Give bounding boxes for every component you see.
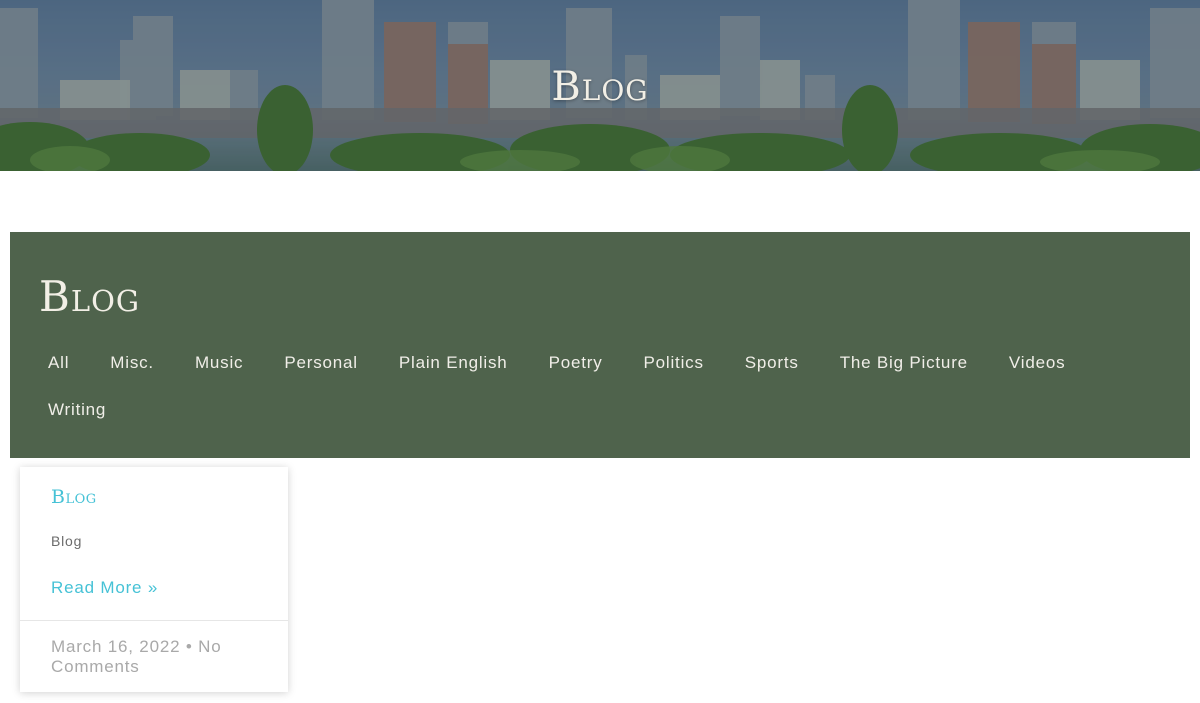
read-more-link[interactable]: Read More » bbox=[51, 578, 158, 598]
category-videos[interactable]: Videos bbox=[1009, 352, 1065, 373]
post-excerpt: Blog bbox=[51, 533, 83, 549]
category-the-big-picture[interactable]: The Big Picture bbox=[840, 352, 968, 373]
post-title-link[interactable]: Blog bbox=[51, 486, 97, 508]
post-meta: March 16, 2022 • No Comments bbox=[51, 637, 266, 677]
page-title: Blog bbox=[39, 272, 141, 321]
category-personal[interactable]: Personal bbox=[284, 352, 358, 373]
hero-banner: Blog bbox=[0, 0, 1200, 171]
category-politics[interactable]: Politics bbox=[644, 352, 704, 373]
hero-title: Blog bbox=[551, 64, 649, 110]
category-misc[interactable]: Misc. bbox=[110, 352, 154, 373]
category-plain-english[interactable]: Plain English bbox=[399, 352, 508, 373]
category-panel: Blog All Misc. Music Personal Plain Engl… bbox=[10, 232, 1190, 458]
category-all[interactable]: All bbox=[48, 352, 69, 373]
meta-separator: • bbox=[185, 637, 193, 656]
post-card: Blog Blog Read More » March 16, 2022 • N… bbox=[20, 467, 288, 692]
category-writing[interactable]: Writing bbox=[48, 399, 106, 420]
category-filter-list: All Misc. Music Personal Plain English P… bbox=[48, 352, 1158, 420]
card-divider bbox=[20, 620, 288, 621]
post-date: March 16, 2022 bbox=[51, 637, 181, 656]
category-sports[interactable]: Sports bbox=[745, 352, 799, 373]
category-poetry[interactable]: Poetry bbox=[549, 352, 603, 373]
category-music[interactable]: Music bbox=[195, 352, 243, 373]
